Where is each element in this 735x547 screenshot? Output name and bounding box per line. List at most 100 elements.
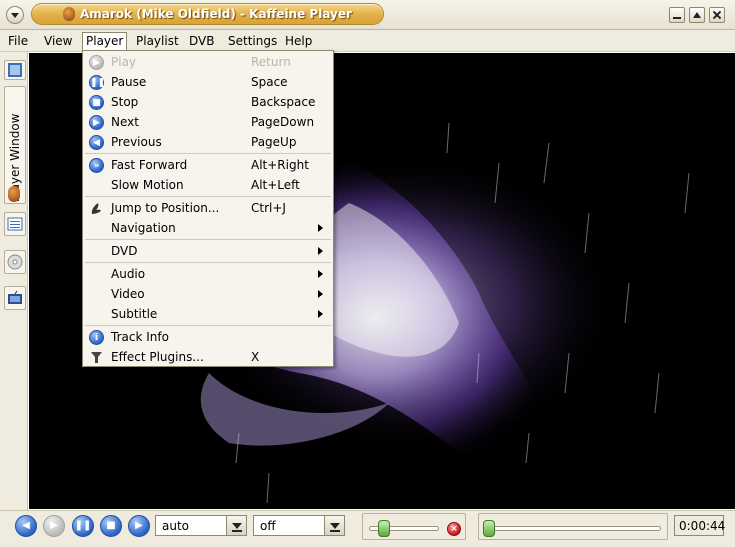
pause-icon: ❚❚	[89, 75, 105, 90]
menu-item-effect-plugins-label: Effect Plugins...	[111, 350, 204, 364]
dvb-icon	[8, 290, 22, 304]
menu-item-previous[interactable]: ◀ Previous PageUp	[83, 132, 333, 152]
submenu-arrow-icon	[318, 224, 323, 232]
menu-item-fast-forward-shortcut: Alt+Right	[251, 158, 309, 172]
menu-item-video-label: Video	[111, 287, 145, 301]
menu-dvb[interactable]: DVB	[186, 33, 217, 50]
menu-help[interactable]: Help	[282, 33, 315, 50]
close-button[interactable]	[709, 7, 725, 23]
subtitle-combo[interactable]: off	[253, 515, 345, 536]
stop-icon: ■	[89, 95, 104, 110]
menu-item-pause-label: Pause	[111, 75, 147, 89]
menu-item-subtitle-label: Subtitle	[111, 307, 158, 321]
menu-item-pause-shortcut: Space	[251, 75, 288, 89]
menu-item-effect-plugins[interactable]: Effect Plugins... X	[83, 347, 333, 367]
menu-item-effect-plugins-shortcut: X	[251, 350, 260, 364]
chevron-down-icon[interactable]	[226, 516, 246, 535]
menu-item-audio[interactable]: Audio	[83, 264, 333, 284]
next-icon: ▶	[135, 520, 143, 531]
audio-channel-combo[interactable]: auto	[155, 515, 247, 536]
time-value: 0:00:44	[679, 519, 726, 533]
playlist-icon	[7, 217, 23, 231]
menu-item-navigation[interactable]: Navigation	[83, 218, 333, 238]
window-title: Amarok (Mike Oldfield) - Kaffeine Player	[80, 7, 352, 21]
menu-item-dvd[interactable]: DVD	[83, 241, 333, 261]
submenu-arrow-icon	[318, 270, 323, 278]
window-menu-button[interactable]	[6, 6, 24, 24]
menu-item-subtitle[interactable]: Subtitle	[83, 304, 333, 324]
menu-item-next-shortcut: PageDown	[251, 115, 315, 129]
stop-icon: ■	[106, 520, 116, 531]
menu-item-jump-to-position-label: Jump to Position...	[111, 201, 220, 215]
menu-item-fast-forward[interactable]: » Fast Forward Alt+Right	[83, 155, 333, 175]
kaffeine-app-icon	[63, 7, 75, 21]
position-slider-handle[interactable]	[483, 520, 495, 537]
menu-item-navigation-label: Navigation	[111, 221, 176, 235]
menu-item-next-label: Next	[111, 115, 139, 129]
dvb-tab[interactable]	[4, 286, 26, 310]
mute-button[interactable]: ×	[447, 522, 461, 536]
disc-tab[interactable]	[4, 250, 26, 274]
menu-item-video[interactable]: Video	[83, 284, 333, 304]
playlist-tab[interactable]	[4, 212, 26, 236]
previous-icon: ◀	[89, 135, 104, 150]
menu-item-stop-label: Stop	[111, 95, 139, 109]
chevron-down-icon[interactable]	[324, 516, 344, 535]
menu-item-stop-shortcut: Backspace	[251, 95, 316, 109]
menu-settings[interactable]: Settings	[225, 33, 280, 50]
menu-item-next[interactable]: ▶ Next PageDown	[83, 112, 333, 132]
position-slider-track[interactable]	[485, 526, 661, 531]
pause-button[interactable]: ❚❚	[72, 515, 94, 537]
stop-button[interactable]: ■	[100, 515, 122, 537]
menu-item-play-shortcut: Return	[251, 55, 291, 69]
menubar: File View Player Playlist DVB Settings H…	[0, 30, 735, 52]
menu-separator	[85, 153, 331, 154]
menu-playlist[interactable]: Playlist	[133, 33, 182, 50]
time-display: 0:00:44	[674, 515, 726, 536]
volume-slider-handle[interactable]	[377, 520, 390, 537]
volume-group: ×	[362, 513, 466, 540]
menu-item-previous-shortcut: PageUp	[251, 135, 297, 149]
player-toolbar: ◀ ▶ ❚❚ ■ ▶ auto off × 0:00:44	[0, 510, 735, 547]
menu-view[interactable]: View	[41, 33, 75, 50]
menu-separator	[85, 239, 331, 240]
fast-forward-icon: »	[89, 158, 104, 173]
menu-separator	[85, 325, 331, 326]
maximize-button[interactable]	[689, 7, 705, 23]
menu-item-track-info[interactable]: i Track Info	[83, 327, 333, 347]
title-bar: Amarok (Mike Oldfield) - Kaffeine Player	[0, 0, 735, 30]
menu-item-slow-motion[interactable]: Slow Motion Alt+Left	[83, 175, 333, 195]
previous-icon: ◀	[22, 520, 30, 531]
previous-button[interactable]: ◀	[15, 515, 37, 537]
jump-icon	[91, 203, 101, 214]
menu-item-fast-forward-label: Fast Forward	[111, 158, 188, 172]
menu-item-dvd-label: DVD	[111, 244, 138, 258]
menu-item-pause[interactable]: ❚❚ Pause Space	[83, 72, 333, 92]
funnel-icon	[91, 352, 102, 363]
play-icon: ▶	[50, 520, 58, 531]
menu-file[interactable]: File	[5, 33, 31, 50]
menu-separator	[85, 262, 331, 263]
start-tab[interactable]	[4, 60, 26, 80]
menu-item-play-label: Play	[111, 55, 137, 69]
mute-icon: ×	[450, 524, 458, 534]
menu-item-jump-to-position[interactable]: Jump to Position... Ctrl+J	[83, 198, 333, 218]
minimize-button[interactable]	[669, 7, 685, 23]
position-group	[478, 513, 668, 540]
menu-item-slow-motion-shortcut: Alt+Left	[251, 178, 300, 192]
menu-item-previous-label: Previous	[111, 135, 162, 149]
menu-item-play[interactable]: ▶ Play Return	[83, 52, 333, 72]
player-menu: ▶ Play Return ❚❚ Pause Space ■ Stop Back…	[82, 50, 334, 367]
menu-item-slow-motion-label: Slow Motion	[111, 178, 184, 192]
next-button[interactable]: ▶	[128, 515, 150, 537]
submenu-arrow-icon	[318, 310, 323, 318]
play-icon: ▶	[89, 55, 104, 70]
play-button[interactable]: ▶	[43, 515, 65, 537]
menu-item-audio-label: Audio	[111, 267, 146, 281]
submenu-arrow-icon	[318, 247, 323, 255]
menu-player[interactable]: Player	[82, 32, 128, 51]
submenu-arrow-icon	[318, 290, 323, 298]
menu-item-stop[interactable]: ■ Stop Backspace	[83, 92, 333, 112]
subtitle-value: off	[260, 519, 276, 533]
sidebar: Player Window	[0, 52, 28, 510]
